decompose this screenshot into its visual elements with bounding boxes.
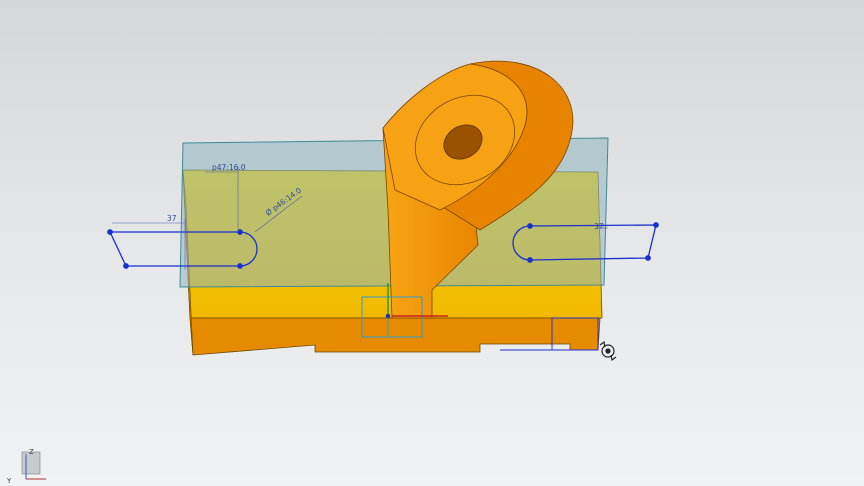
dimension-p47[interactable]: p47:16.0	[212, 163, 246, 172]
triad-y-label: Y	[6, 477, 12, 485]
view-orientation-icon[interactable]: Z Y	[6, 448, 46, 485]
rotate-cursor-icon	[599, 340, 617, 362]
dimension-right-37[interactable]: 37	[594, 222, 604, 231]
triad-z-label: Z	[29, 448, 34, 456]
model-canvas[interactable]: p47:16.0 Ø p46:14.0 37 37 Z Y	[0, 0, 864, 486]
dimension-left-37[interactable]: 37	[167, 214, 177, 223]
graphics-viewport[interactable]: p47:16.0 Ø p46:14.0 37 37 Z Y	[0, 0, 864, 486]
